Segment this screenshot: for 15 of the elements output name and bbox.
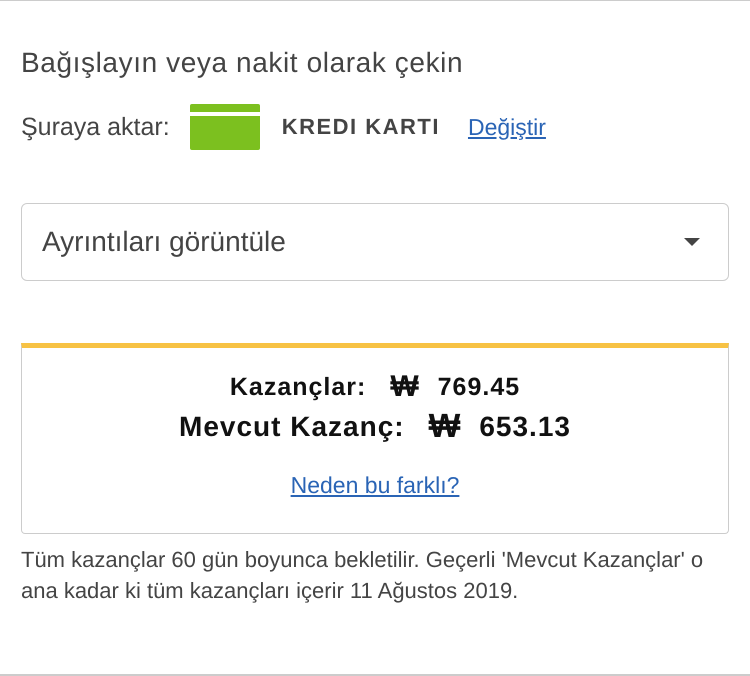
credit-card-icon — [190, 104, 260, 150]
details-dropdown[interactable]: Ayrıntıları görüntüle — [21, 203, 729, 281]
currency-symbol: ₩ — [428, 408, 462, 446]
currency-symbol: ₩ — [390, 370, 420, 404]
section-title: Bağışlayın veya nakit olarak çekin — [21, 47, 464, 79]
payment-method: KREDI KARTI — [282, 114, 440, 140]
transfer-label: Şuraya aktar: — [21, 112, 170, 142]
earnings-amount: 769.45 — [438, 372, 520, 402]
earnings-label: Mevcut Kazanç: — [179, 411, 405, 443]
why-different-link[interactable]: Neden bu farklı? — [290, 472, 460, 499]
caret-icon — [684, 238, 700, 246]
change-link[interactable]: Değiştir — [468, 114, 546, 140]
earnings-amount: 653.13 — [479, 411, 571, 443]
note-text: Tüm kazançlar 60 gün boyunca bekletilir. Geçerli 'Mevcut Kazançlar' o ana kadar ki tüm kazançları içerir 11 Ağustos 2019. — [21, 546, 704, 605]
earnings-label: Kazançlar: — [230, 372, 366, 402]
